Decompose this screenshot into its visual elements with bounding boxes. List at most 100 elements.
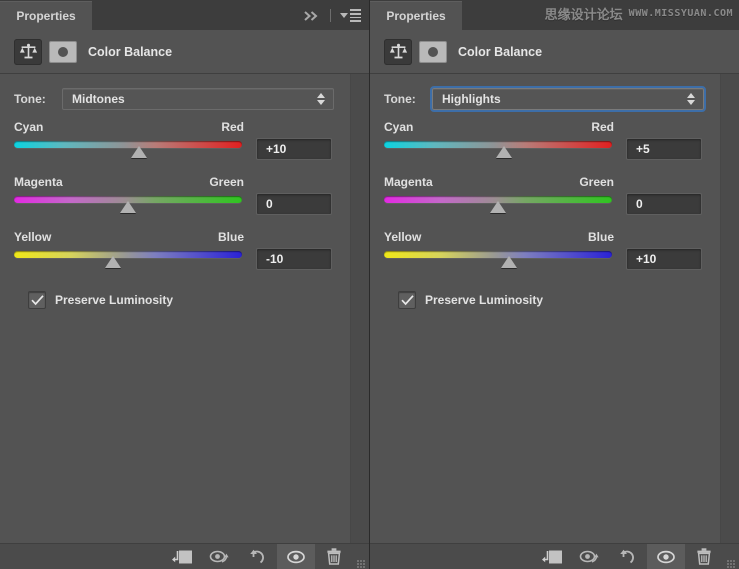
double-chevron-right-icon[interactable] [304, 10, 321, 21]
tone-select-value: Highlights [442, 92, 501, 106]
preserve-luminosity-label: Preserve Luminosity [425, 293, 544, 307]
tone-row: Tone: Highlights [370, 74, 739, 112]
layer-mask-thumbnail-icon[interactable] [419, 40, 447, 63]
resize-grip[interactable] [723, 543, 739, 569]
color-balance-properties-comparison: Properties Color Balance Tone: Midtones … [0, 0, 739, 569]
tone-label: Tone: [14, 92, 46, 106]
adjustment-header: Color Balance [370, 30, 739, 74]
tone-select[interactable]: Midtones [62, 88, 334, 110]
delete-trash-icon[interactable] [315, 544, 353, 569]
toggle-visibility-eye-icon[interactable] [647, 543, 685, 569]
adjustment-title: Color Balance [88, 44, 173, 59]
slider-value-input[interactable]: -10 [256, 248, 332, 270]
slider-thumb[interactable] [501, 256, 518, 269]
layer-mask-thumbnail-icon[interactable] [49, 40, 77, 63]
view-previous-state-icon[interactable] [571, 544, 609, 569]
watermark-cn: 思缘设计论坛 [544, 7, 623, 23]
tab-properties[interactable]: Properties [370, 1, 462, 30]
slider-value-input[interactable]: +10 [626, 248, 702, 270]
toolbar-separator [330, 9, 331, 22]
adjustment-title: Color Balance [458, 44, 543, 59]
slider-right-label: Green [209, 175, 244, 189]
slider-thumb[interactable] [105, 256, 122, 269]
watermark: 思缘设计论坛 WWW.MISSYUAN.COM [544, 4, 733, 23]
slider-track-wrap[interactable] [384, 194, 612, 216]
tab-properties-label: Properties [386, 9, 446, 23]
slider-track-wrap[interactable] [14, 139, 242, 161]
slider-track [14, 141, 242, 148]
slider-left-label: Cyan [384, 120, 414, 134]
reset-icon[interactable] [239, 544, 277, 569]
toggle-visibility-eye-icon[interactable] [277, 543, 315, 569]
color-balance-sliders: Cyan Red +10 Magenta Green 0 Yellow Blue… [0, 110, 369, 271]
slider-left-label: Yellow [384, 230, 422, 244]
slider-value-input[interactable]: 0 [626, 193, 702, 215]
slider-value-input[interactable]: +5 [626, 138, 702, 160]
slider-yellow-blue: Yellow Blue +10 [384, 230, 739, 271]
slider-thumb[interactable] [490, 201, 507, 214]
vertical-scrollbar[interactable] [350, 74, 369, 543]
tone-row: Tone: Midtones [0, 74, 369, 110]
slider-right-label: Blue [217, 230, 244, 244]
view-previous-state-icon[interactable] [201, 544, 239, 569]
slider-thumb[interactable] [495, 146, 513, 159]
slider-left-label: Magenta [14, 175, 63, 189]
panel-body: Tone: Midtones Cyan Red +10 Magenta Gree… [0, 74, 369, 543]
slider-thumb[interactable] [131, 146, 148, 159]
color-balance-scale-icon[interactable] [14, 38, 42, 65]
footer-button-group [533, 543, 739, 569]
chevron-updown-icon [687, 93, 695, 105]
slider-magenta-green: Magenta Green 0 [14, 175, 369, 216]
color-balance-sliders: Cyan Red +5 Magenta Green 0 Yellow Blue … [370, 110, 739, 271]
footer-button-group [163, 543, 369, 569]
slider-track-wrap[interactable] [14, 249, 242, 271]
slider-cyan-red: Cyan Red +10 [14, 120, 369, 161]
slider-right-label: Green [579, 175, 614, 189]
adjustment-header: Color Balance [0, 30, 369, 74]
delete-trash-icon[interactable] [685, 544, 723, 569]
slider-magenta-green: Magenta Green 0 [384, 175, 739, 216]
slider-value: +10 [636, 252, 657, 266]
slider-thumb[interactable] [120, 201, 137, 214]
slider-cyan-red: Cyan Red +5 [384, 120, 739, 161]
slider-right-label: Red [221, 120, 244, 134]
preserve-luminosity-label: Preserve Luminosity [55, 293, 174, 307]
tone-select-value: Midtones [72, 92, 125, 106]
color-balance-scale-icon[interactable] [384, 38, 412, 65]
slider-left-label: Magenta [384, 175, 433, 189]
checkmark-icon [400, 294, 414, 305]
slider-value-input[interactable]: +10 [256, 138, 332, 160]
slider-track-wrap[interactable] [384, 139, 612, 161]
properties-panel-right: Properties 思缘设计论坛 WWW.MISSYUAN.COM Color… [370, 0, 739, 569]
watermark-en: WWW.MISSYUAN.COM [628, 7, 733, 19]
slider-value: +5 [636, 142, 650, 156]
slider-right-label: Blue [587, 230, 614, 244]
preserve-luminosity-row[interactable]: Preserve Luminosity [370, 285, 739, 309]
slider-track [14, 251, 242, 258]
properties-panel-left: Properties Color Balance Tone: Midtones … [0, 0, 369, 569]
clip-to-layer-icon[interactable] [163, 544, 201, 569]
reset-icon[interactable] [609, 544, 647, 569]
slider-track [384, 251, 612, 258]
panel-footer [0, 543, 369, 569]
preserve-luminosity-checkbox[interactable] [398, 291, 416, 309]
panel-footer [370, 543, 739, 569]
resize-grip[interactable] [353, 543, 369, 569]
panel-menu-icon[interactable] [340, 9, 361, 22]
slider-track-wrap[interactable] [384, 249, 612, 271]
slider-value-input[interactable]: 0 [256, 193, 332, 215]
slider-yellow-blue: Yellow Blue -10 [14, 230, 369, 271]
slider-right-label: Red [591, 120, 614, 134]
slider-value: -10 [266, 252, 284, 266]
preserve-luminosity-checkbox[interactable] [28, 291, 46, 309]
tab-properties[interactable]: Properties [0, 1, 92, 30]
vertical-scrollbar[interactable] [720, 74, 739, 543]
tone-select[interactable]: Highlights [430, 86, 706, 112]
slider-left-label: Yellow [14, 230, 52, 244]
panel-tab-bar: Properties 思缘设计论坛 WWW.MISSYUAN.COM [370, 0, 739, 30]
preserve-luminosity-row[interactable]: Preserve Luminosity [0, 285, 369, 309]
slider-value: +10 [266, 142, 287, 156]
tab-properties-label: Properties [16, 9, 76, 23]
clip-to-layer-icon[interactable] [533, 544, 571, 569]
slider-track-wrap[interactable] [14, 194, 242, 216]
